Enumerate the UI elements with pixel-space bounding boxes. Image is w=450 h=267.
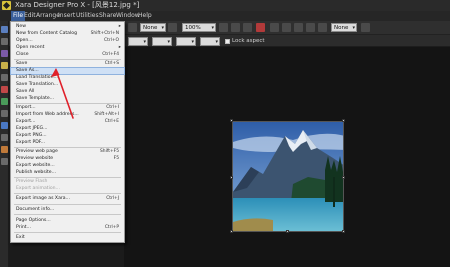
style-select[interactable]: None (140, 23, 166, 33)
shadow-tool-icon[interactable] (1, 110, 8, 117)
menu-item-exit[interactable]: Exit (11, 235, 124, 241)
menu-item-close[interactable]: Close Ctrl+F4 (11, 52, 124, 58)
lock-aspect-checkbox[interactable] (225, 39, 230, 44)
menu-edit[interactable]: Edit (24, 11, 36, 21)
landscape-photo[interactable] (232, 121, 344, 232)
resize-handle-left[interactable] (230, 176, 233, 179)
menu-separator (14, 232, 121, 233)
tools-panel (0, 21, 9, 267)
window-title: Xara Designer Pro X - [风景12.jpg *] (15, 1, 140, 9)
menu-item-export-animation: Export animation... (16, 186, 60, 191)
pen-tool-icon[interactable] (1, 50, 8, 57)
node-tool-icon[interactable] (1, 38, 8, 45)
arrow-tool-icon[interactable] (128, 23, 137, 32)
menu-item-print[interactable]: Print... Ctrl+P (11, 225, 124, 231)
annotation-arrow (51, 68, 74, 119)
menu-help[interactable]: Help (138, 11, 152, 21)
menu-item-publish-website[interactable]: Publish website... (11, 170, 124, 176)
shadow-icon[interactable] (318, 23, 327, 32)
transparency-tool-icon[interactable] (1, 98, 8, 105)
submenu-arrow-icon: ▸ (118, 24, 121, 29)
help-icon[interactable] (361, 23, 370, 32)
menu-separator (14, 204, 121, 205)
menu-arrange[interactable]: Arrange (36, 11, 60, 21)
landscape-image (233, 122, 343, 231)
menu-separator (14, 193, 121, 194)
resize-handle-top-right[interactable] (342, 119, 345, 122)
menu-separator (14, 214, 121, 215)
page-select[interactable]: None (331, 23, 357, 33)
record-icon[interactable] (256, 23, 265, 32)
photo-tool-icon[interactable] (1, 146, 8, 153)
menu-insert[interactable]: Insert (58, 11, 75, 21)
menu-item-document-info[interactable]: Document info... (11, 207, 124, 213)
file-menu: New ▸ New from Content Catalog Shift+Ctr… (10, 21, 125, 243)
undo-icon[interactable] (270, 23, 279, 32)
zoom-tool-icon[interactable] (1, 134, 8, 141)
zoom-select[interactable]: 100% (182, 23, 216, 33)
menu-utilities[interactable]: Utilities (76, 11, 99, 21)
x-position-field[interactable] (128, 37, 148, 47)
xara-logo-icon (2, 1, 11, 10)
resize-handle-bottom-left[interactable] (230, 230, 233, 233)
rotate-icon[interactable] (294, 23, 303, 32)
fill-tool-icon[interactable] (1, 86, 8, 93)
resize-handle-top-left[interactable] (230, 119, 233, 122)
resize-handle-bottom[interactable] (286, 230, 289, 233)
text-tool-icon[interactable] (1, 74, 8, 81)
submenu-arrow-icon: ▸ (118, 45, 121, 50)
lock-aspect-label: Lock aspect (232, 38, 265, 44)
menu-window[interactable]: Window (116, 11, 140, 21)
height-field[interactable] (200, 37, 220, 47)
blend-tool-icon[interactable] (1, 122, 8, 129)
y-position-field[interactable] (152, 37, 172, 47)
zoom-in-icon[interactable] (219, 23, 228, 32)
fit-page-icon[interactable] (231, 23, 240, 32)
width-field[interactable] (176, 37, 196, 47)
selector-tool-icon[interactable] (1, 26, 8, 33)
menu-file[interactable]: File (11, 11, 26, 21)
zoom-icon[interactable] (168, 23, 177, 32)
menu-item-export-image-as-xara[interactable]: Export image as Xara... Ctrl+J (11, 196, 124, 202)
redo-icon[interactable] (282, 23, 291, 32)
push-tool-icon[interactable] (1, 158, 8, 165)
shape-tool-icon[interactable] (1, 62, 8, 69)
pan-icon[interactable] (243, 23, 252, 32)
menu-item-export-pdf[interactable]: Export PDF... (11, 140, 124, 146)
resize-handle-bottom-right[interactable] (342, 230, 345, 233)
menu-share[interactable]: Share (99, 11, 116, 21)
crop-icon[interactable] (306, 23, 315, 32)
resize-handle-right[interactable] (342, 176, 345, 179)
